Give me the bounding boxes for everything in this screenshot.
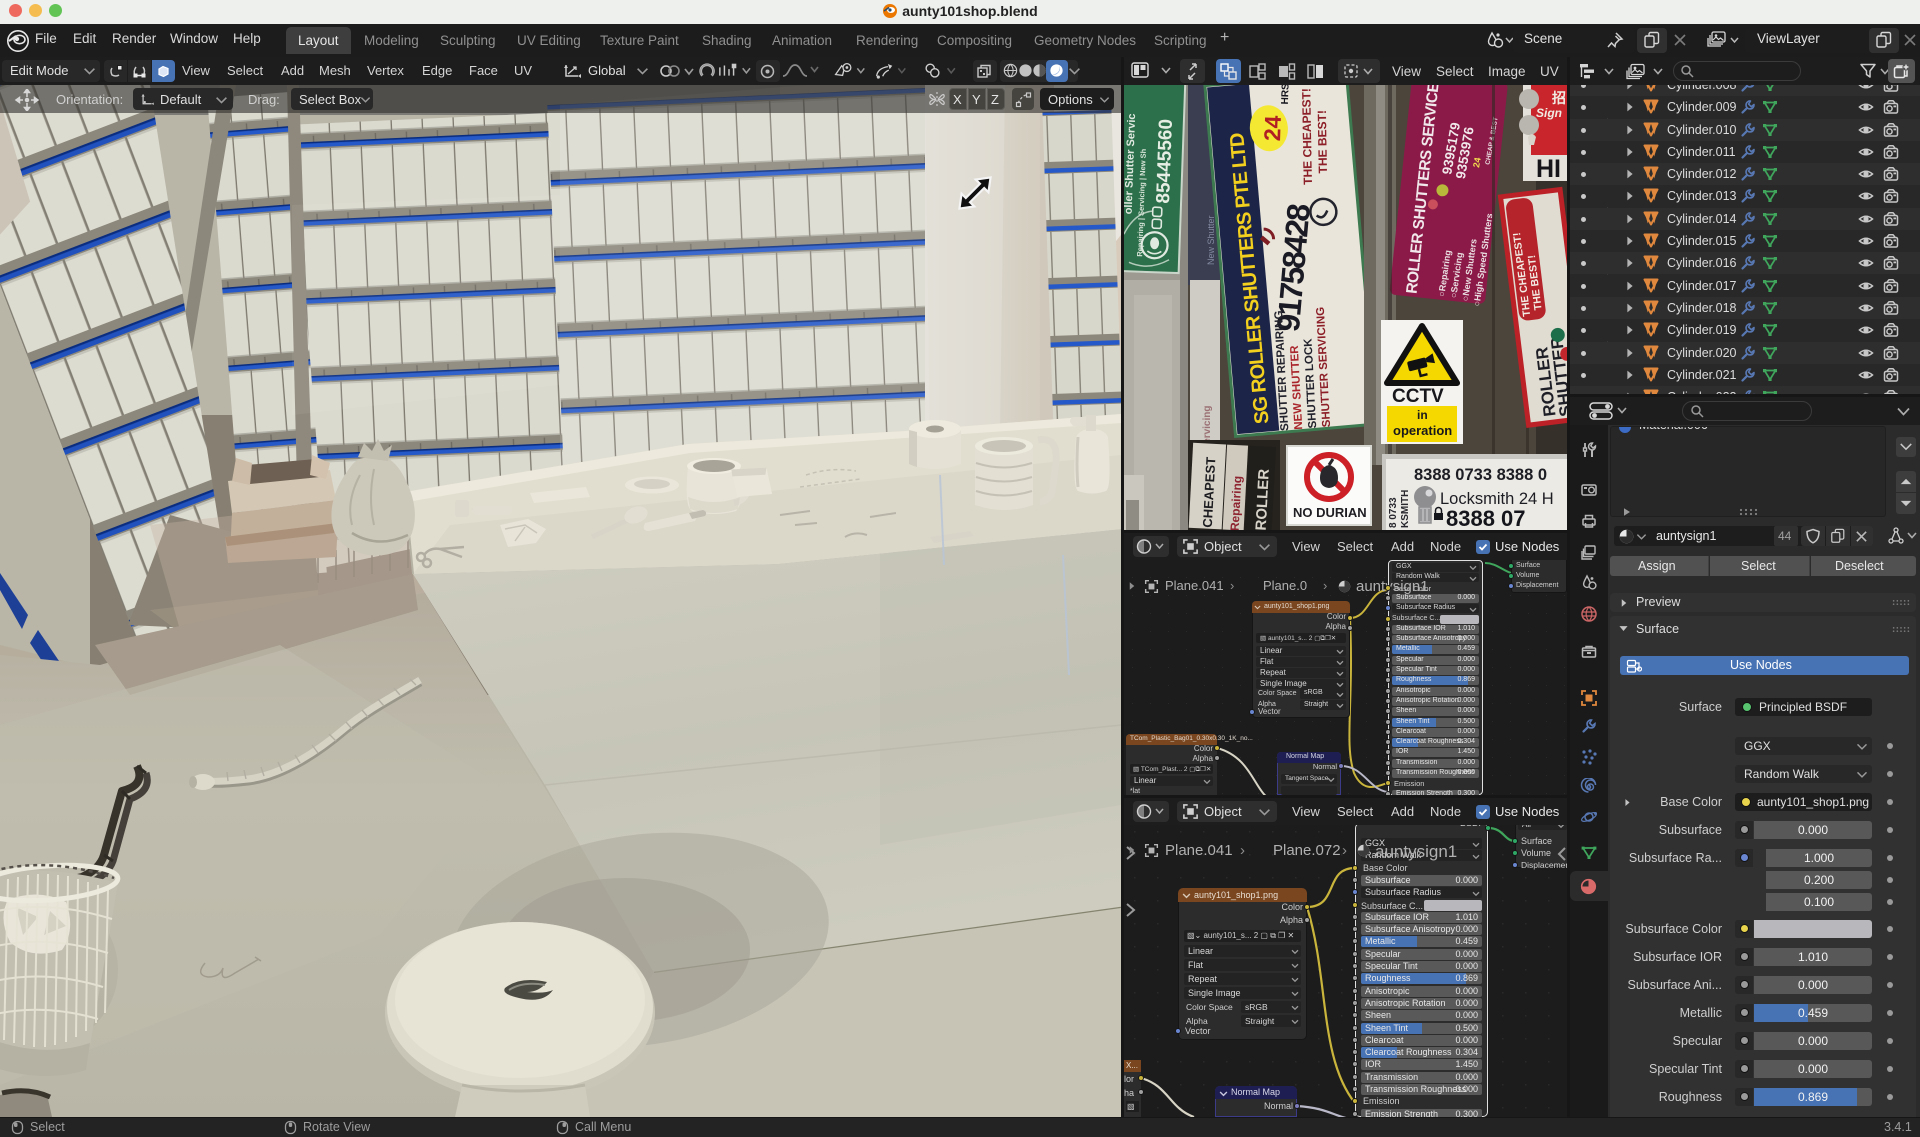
svg-text:Sign: Sign — [1536, 106, 1562, 120]
svg-text:CCTV: CCTV — [1392, 386, 1444, 407]
svg-text:operation: operation — [1393, 423, 1452, 438]
svg-text:85445560: 85445560 — [1153, 119, 1177, 204]
svg-text:HI: HI — [1536, 155, 1561, 183]
svg-text:8 0733: 8 0733 — [1388, 497, 1399, 528]
svg-text:in: in — [1417, 408, 1428, 422]
svg-text:New Shutter: New Shutter — [1206, 215, 1216, 265]
svg-text:HRS: HRS — [1280, 85, 1292, 105]
svg-text:招: 招 — [1552, 90, 1566, 106]
svg-text:THE BEST!: THE BEST! — [1315, 110, 1330, 174]
svg-text:24: 24 — [1471, 157, 1483, 169]
svg-text:8388 07: 8388 07 — [1446, 506, 1526, 530]
svg-text:ROLLER: ROLLER — [1253, 468, 1273, 530]
svg-text:KSMITH: KSMITH — [1400, 490, 1411, 528]
svg-text:8388 0733 8388 0: 8388 0733 8388 0 — [1414, 466, 1547, 484]
svg-text:THE CHEAPEST!: THE CHEAPEST! — [1299, 88, 1315, 185]
svg-text:Repairing: Repairing — [1228, 475, 1245, 530]
svg-text:24: 24 — [1259, 115, 1286, 142]
svg-text:NO DURIAN: NO DURIAN — [1293, 505, 1367, 520]
